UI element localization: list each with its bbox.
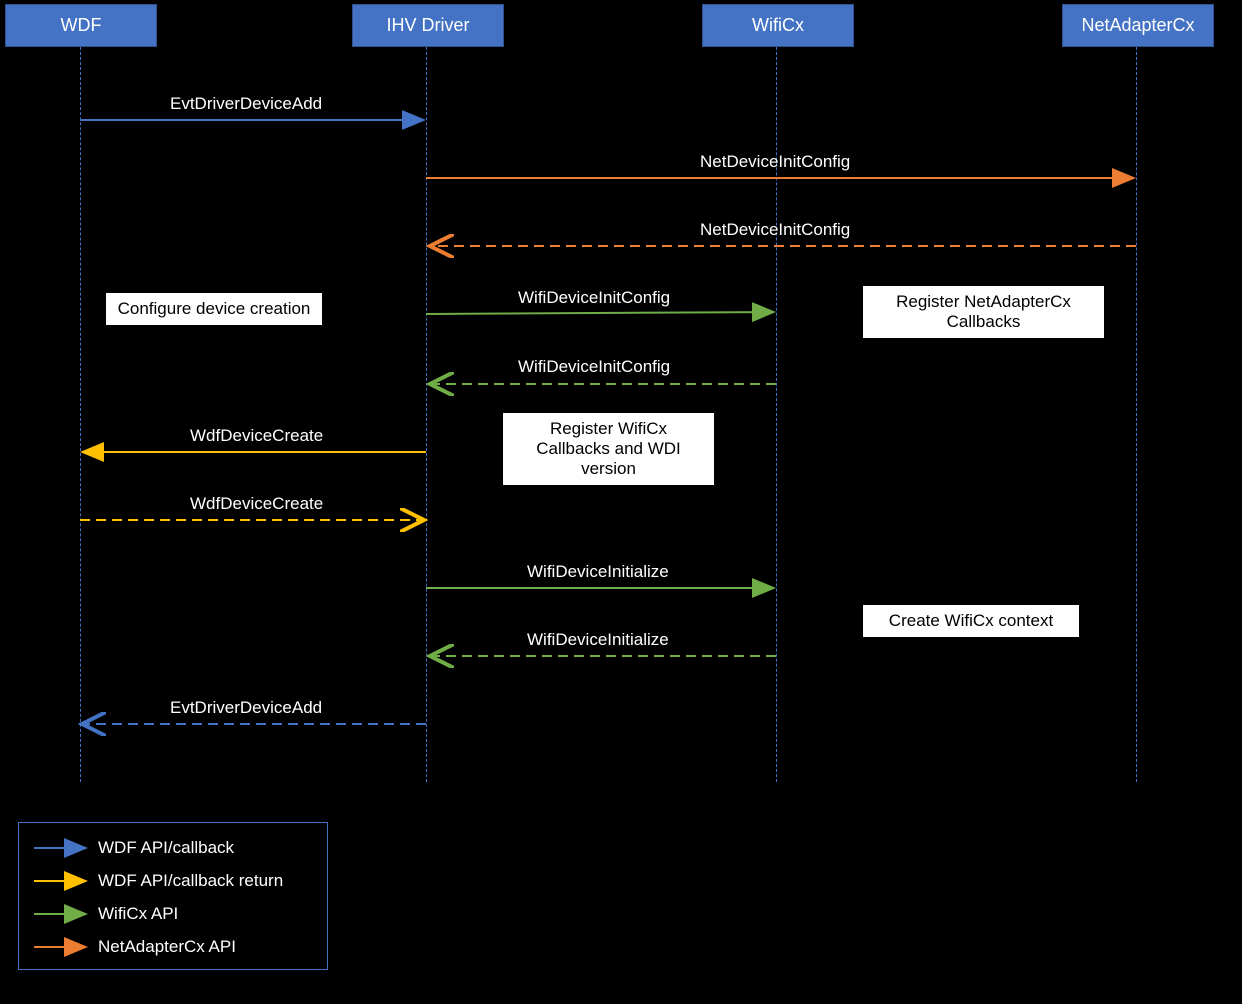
lifeline-wificx: WifiCx	[702, 4, 854, 47]
lifeline-wdf-label: WDF	[61, 15, 102, 35]
label-wifideviceinitconfig-return: WifiDeviceInitConfig	[518, 357, 670, 377]
lifeline-netadapter-label: NetAdapterCx	[1081, 15, 1194, 35]
note-configure-device: Configure device creation	[105, 292, 323, 326]
note-register-wificx: Register WifiCx Callbacks and WDI versio…	[502, 412, 715, 486]
label-evtdriverdeviceadd: EvtDriverDeviceAdd	[170, 94, 322, 114]
lifeline-line-wdf	[80, 47, 81, 782]
legend-wdf: WDF API/callback	[98, 838, 234, 858]
legend-wificx: WifiCx API	[98, 904, 178, 924]
label-wdfdevicecreate: WdfDeviceCreate	[190, 426, 323, 446]
label-wdfdevicecreate-return: WdfDeviceCreate	[190, 494, 323, 514]
label-wifideviceinitconfig: WifiDeviceInitConfig	[518, 288, 670, 308]
lifeline-line-ihv	[426, 47, 427, 782]
lifeline-ihv: IHV Driver	[352, 4, 504, 47]
lifeline-netadapter: NetAdapterCx	[1062, 4, 1214, 47]
label-wifideviceinitialize: WifiDeviceInitialize	[527, 562, 669, 582]
label-netdeviceinitconfig: NetDeviceInitConfig	[700, 152, 850, 172]
lifeline-wificx-label: WifiCx	[752, 15, 804, 35]
legend-netadapter: NetAdapterCx API	[98, 937, 236, 957]
label-evtdriverdeviceadd-return: EvtDriverDeviceAdd	[170, 698, 322, 718]
note-register-netadapter: Register NetAdapterCx Callbacks	[862, 285, 1105, 339]
lifeline-wdf: WDF	[5, 4, 157, 47]
note-create-wificx: Create WifiCx context	[862, 604, 1080, 638]
lifeline-ihv-label: IHV Driver	[386, 15, 469, 35]
legend-wdf-return: WDF API/callback return	[98, 871, 283, 891]
lifeline-line-netadapter	[1136, 47, 1137, 782]
label-wifideviceinitialize-return: WifiDeviceInitialize	[527, 630, 669, 650]
label-netdeviceinitconfig-return: NetDeviceInitConfig	[700, 220, 850, 240]
